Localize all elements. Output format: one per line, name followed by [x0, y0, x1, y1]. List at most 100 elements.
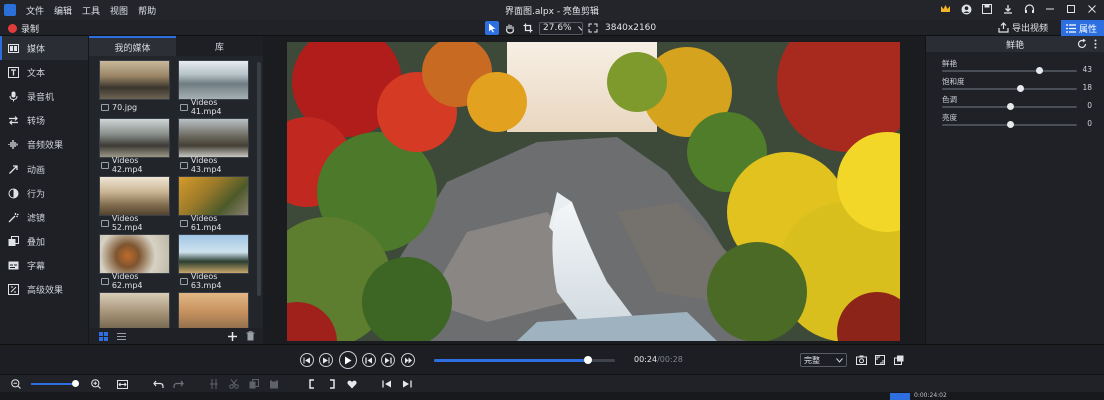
- total-time: /00:28: [657, 355, 683, 364]
- timeline-zoom-slider[interactable]: [31, 380, 79, 387]
- advanced-effect-icon: [7, 284, 19, 296]
- popout-icon[interactable]: [893, 354, 905, 366]
- vibrance-knob[interactable]: [1036, 67, 1044, 74]
- crown-icon[interactable]: [939, 3, 951, 15]
- mark-in-icon[interactable]: [305, 377, 319, 391]
- marker-icon[interactable]: [345, 377, 359, 391]
- overlay-icon: [7, 236, 19, 248]
- media-item[interactable]: Videos 42.mp4: [99, 118, 170, 174]
- close-icon[interactable]: [1086, 3, 1098, 15]
- media-item[interactable]: 70.jpg: [99, 60, 170, 114]
- sidebar-item-transition[interactable]: 转场: [0, 109, 88, 133]
- saturation-row: 饱和度 18: [942, 76, 1102, 94]
- properties-button[interactable]: 属性: [1061, 20, 1104, 36]
- media-item-label: Videos 41.mp4: [190, 98, 222, 116]
- menu-tools[interactable]: 工具: [82, 4, 100, 17]
- tab-library[interactable]: 库: [176, 36, 263, 56]
- media-item-label: Videos 52.mp4: [111, 214, 143, 232]
- saturation-slider[interactable]: [942, 88, 1077, 90]
- copy-icon[interactable]: [247, 377, 261, 391]
- sidebar-item-text[interactable]: 文本: [0, 60, 88, 84]
- sidebar-item-media[interactable]: 媒体: [0, 36, 88, 61]
- sidebar-item-label: 媒体: [27, 44, 46, 55]
- paste-icon[interactable]: [267, 377, 281, 391]
- maximize-icon[interactable]: [1065, 3, 1077, 15]
- sidebar-item-recorder[interactable]: 录音机: [0, 84, 88, 108]
- more-icon[interactable]: [1089, 38, 1101, 50]
- saturation-knob[interactable]: [1017, 85, 1025, 92]
- save-icon[interactable]: [981, 3, 993, 15]
- media-item[interactable]: Videos 41.mp4: [178, 60, 249, 116]
- sidebar-item-subtitle[interactable]: 字幕: [0, 254, 88, 278]
- menu-help[interactable]: 帮助: [138, 4, 156, 17]
- resolution-icon[interactable]: [587, 22, 599, 34]
- step-forward-button[interactable]: [319, 353, 333, 367]
- menu-edit[interactable]: 编辑: [54, 4, 72, 17]
- microphone-icon: [7, 90, 19, 102]
- media-item[interactable]: Videos 61.mp4: [178, 176, 249, 232]
- saturation-label: 饱和度: [942, 77, 965, 86]
- vibrance-slider[interactable]: [942, 70, 1077, 72]
- step-back-button[interactable]: [300, 353, 314, 367]
- subtitle-icon: [7, 260, 19, 272]
- menu-file[interactable]: 文件: [26, 4, 44, 17]
- timeline[interactable]: 0:00:24:02: [0, 392, 1104, 400]
- sidebar-item-label: 滤镜: [27, 213, 46, 224]
- media-item[interactable]: Videos 43.mp4: [178, 118, 249, 174]
- undo-icon[interactable]: [151, 377, 165, 391]
- headset-icon[interactable]: [1023, 3, 1035, 15]
- media-item[interactable]: Videos 52.mp4: [99, 176, 170, 232]
- properties-header: 鲜艳: [926, 36, 1104, 52]
- media-item[interactable]: Videos 63.mp4: [178, 234, 249, 290]
- hand-tool-button[interactable]: [503, 21, 517, 35]
- sidebar-item-animation[interactable]: 动画: [0, 157, 88, 181]
- play-button[interactable]: [339, 351, 357, 369]
- crop-tool-button[interactable]: [521, 21, 535, 35]
- sidebar-item-filter[interactable]: 滤镜: [0, 205, 88, 229]
- download-icon[interactable]: [1002, 3, 1014, 15]
- cut-icon[interactable]: [227, 377, 241, 391]
- fullscreen-icon[interactable]: [874, 354, 886, 366]
- tab-my-media[interactable]: 我的媒体: [89, 36, 176, 56]
- timeline-playhead-marker[interactable]: [890, 393, 910, 400]
- timeline-zoom-handle[interactable]: [72, 380, 79, 387]
- hue-knob[interactable]: [1006, 103, 1014, 110]
- sidebar-item-overlay[interactable]: 叠加: [0, 230, 88, 254]
- grid-view-icon[interactable]: [97, 330, 109, 342]
- go-to-end-button[interactable]: [401, 353, 415, 367]
- playback-progress[interactable]: [434, 356, 615, 364]
- account-icon[interactable]: [960, 3, 972, 15]
- minimize-icon[interactable]: [1044, 3, 1056, 15]
- previous-frame-button[interactable]: [362, 353, 376, 367]
- record-button[interactable]: 录制: [8, 22, 39, 35]
- sidebar-item-advanced-effect[interactable]: 高级效果: [0, 278, 88, 302]
- zoom-in-icon[interactable]: [89, 377, 103, 391]
- split-icon[interactable]: [207, 377, 221, 391]
- snapshot-icon[interactable]: [855, 354, 867, 366]
- zoom-select[interactable]: 27.6%: [539, 21, 583, 35]
- zoom-out-icon[interactable]: [9, 377, 23, 391]
- fit-timeline-icon[interactable]: [115, 377, 129, 391]
- video-preview[interactable]: [287, 42, 900, 341]
- add-media-icon[interactable]: [226, 330, 238, 342]
- brightness-value: 0: [1087, 119, 1092, 128]
- export-video-button[interactable]: 导出视频: [998, 21, 1048, 34]
- progress-handle[interactable]: [583, 356, 592, 364]
- select-tool-button[interactable]: [485, 21, 499, 35]
- library-scrollbar[interactable]: [257, 62, 261, 296]
- go-to-start-icon[interactable]: [380, 377, 394, 391]
- brightness-knob[interactable]: [1006, 121, 1014, 128]
- menu-view[interactable]: 视图: [110, 4, 128, 17]
- mark-out-icon[interactable]: [325, 377, 339, 391]
- reset-icon[interactable]: [1076, 38, 1088, 50]
- sidebar-item-behavior[interactable]: 行为: [0, 181, 88, 205]
- next-frame-button[interactable]: [381, 353, 395, 367]
- fit-select[interactable]: 完整: [800, 353, 847, 367]
- sidebar-item-audio-effect[interactable]: 音频效果: [0, 133, 88, 157]
- media-item[interactable]: Videos 62.mp4: [99, 234, 170, 290]
- delete-media-icon[interactable]: [244, 330, 256, 342]
- go-to-end-icon[interactable]: [400, 377, 414, 391]
- redo-icon[interactable]: [171, 377, 185, 391]
- list-view-icon[interactable]: [115, 330, 127, 342]
- media-library: 我的媒体 库 70.jpg Videos 41.mp4 Videos 42.mp…: [88, 36, 264, 344]
